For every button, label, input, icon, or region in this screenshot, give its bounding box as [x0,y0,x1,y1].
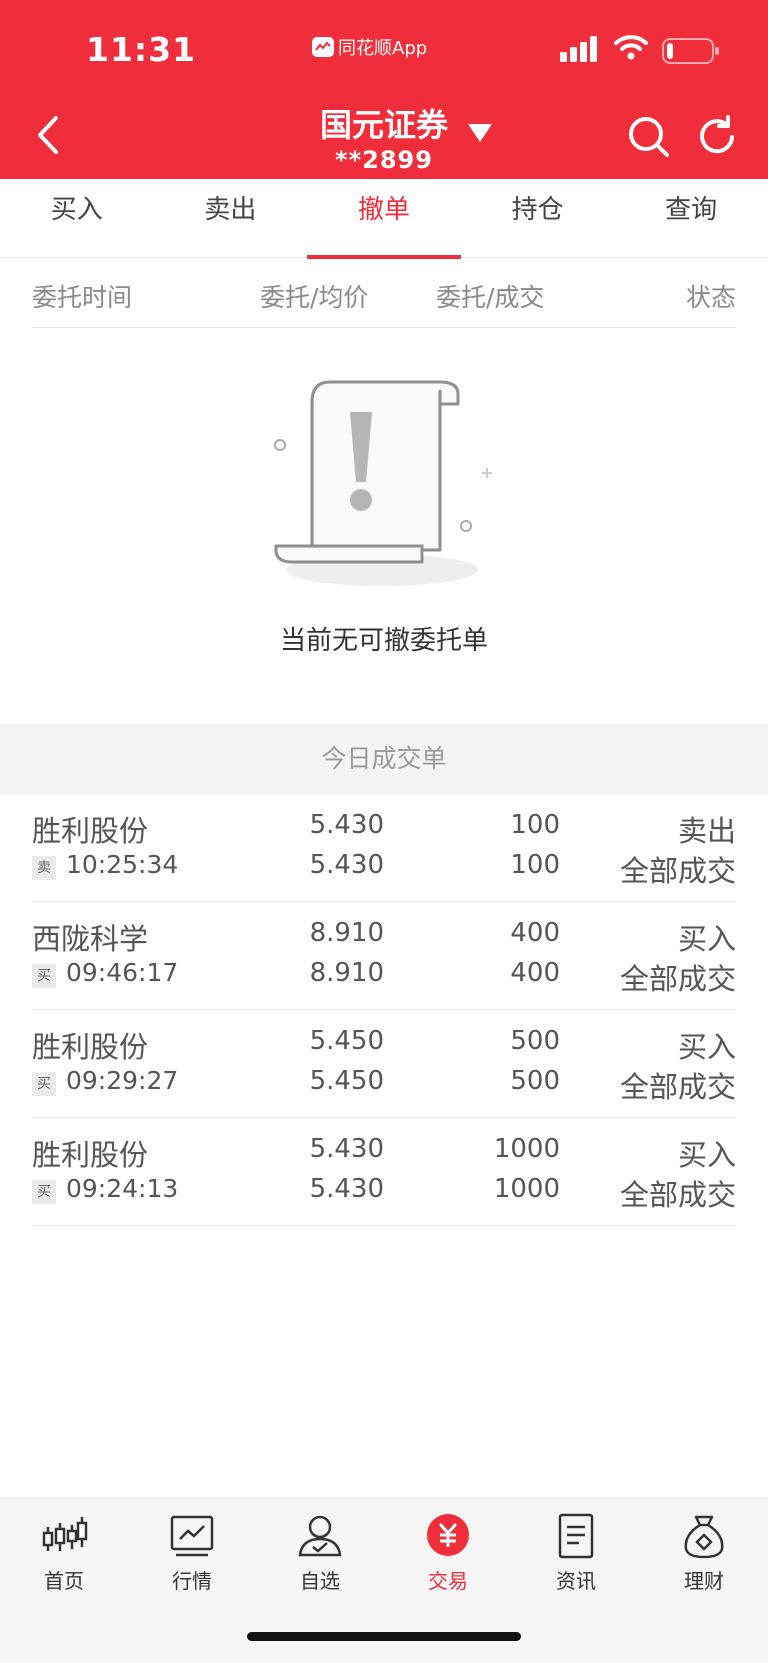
deal-status: 全部成交 [619,854,736,888]
deal-list: 胜利股份 卖 10:25:34 5.430 5.430 100 100 卖出 全… [32,794,736,1226]
nav-market-label: 行情 [172,1569,212,1593]
stock-name: 胜利股份 [32,1030,149,1064]
empty-scroll-icon [274,380,492,586]
deal-side: 卖出 [677,814,736,848]
broker-title: 国元证券 [319,106,448,144]
triangle-down-icon[interactable] [466,122,494,144]
search-icon[interactable] [626,114,672,160]
direction-badge: 卖 [32,856,56,880]
direction-badge: 买 [32,964,56,988]
nav-wealth-label: 理财 [684,1569,724,1593]
status-app-indicator[interactable]: 同花顺App [312,34,427,60]
empty-message: 当前无可撤委托单 [279,626,488,656]
direction-badge: 买 [32,1072,56,1096]
today-deals-title: 今日成交单 [0,724,768,794]
order-qty: 1000 [493,1134,560,1164]
trade-tabs: 买入 卖出 撤单 持仓 查询 [0,179,768,259]
stock-name: 胜利股份 [32,814,149,848]
col-price: 委托/均价 [260,283,369,312]
home-indicator[interactable] [247,1632,521,1641]
order-qty: 100 [510,810,560,840]
nav-watchlist[interactable]: 自选 [256,1513,384,1594]
document-icon [558,1513,594,1559]
status-app-name: 同花顺App [338,38,428,59]
empty-state: 当前无可撤委托单 [0,380,768,680]
order-price: 5.430 [309,810,384,840]
yuan-coin-icon [427,1514,469,1556]
direction-badge: 买 [32,1180,56,1204]
nav-trade[interactable]: 交易 [384,1513,512,1594]
app-logo-icon [312,37,334,57]
col-status: 状态 [685,283,736,312]
avg-price: 5.450 [309,1066,384,1096]
deal-status: 全部成交 [619,962,736,996]
refresh-icon[interactable] [694,114,740,160]
tab-buy[interactable]: 买入 [0,179,154,257]
deal-side: 买入 [677,1030,736,1064]
wifi-icon [614,35,648,60]
tab-cancel-order[interactable]: 撤单 [307,179,461,259]
deal-row[interactable]: 胜利股份 卖 10:25:34 5.430 5.430 100 100 卖出 全… [32,794,736,902]
order-price: 8.910 [309,918,384,948]
status-time: 11:31 [86,30,197,69]
stock-name: 胜利股份 [32,1138,149,1172]
deal-side: 买入 [677,1138,736,1172]
money-bag-icon [684,1515,724,1559]
nav-watchlist-label: 自选 [300,1569,340,1593]
order-qty: 400 [510,918,560,948]
order-qty: 500 [510,1026,560,1056]
deal-side: 买入 [677,922,736,956]
order-price: 5.450 [309,1026,384,1056]
avg-price: 8.910 [309,958,384,988]
tab-sell[interactable]: 卖出 [154,179,308,257]
deal-status: 全部成交 [619,1070,736,1104]
col-order-time: 委托时间 [32,283,133,312]
deal-row[interactable]: 西陇科学 买 09:46:17 8.910 8.910 400 400 买入 全… [32,902,736,1010]
nav-news[interactable]: 资讯 [512,1513,640,1594]
avg-price: 5.430 [309,1174,384,1204]
chart-monitor-icon [170,1515,214,1557]
nav-home[interactable]: 首页 [0,1513,128,1594]
tab-query[interactable]: 查询 [614,179,768,257]
deal-time: 09:24:13 [66,1174,179,1203]
nav-wealth[interactable]: 理财 [640,1513,768,1594]
nav-home-label: 首页 [44,1569,84,1593]
deal-row[interactable]: 胜利股份 买 09:24:13 5.430 5.430 1000 1000 买入… [32,1118,736,1226]
filled-qty: 400 [510,958,560,988]
deal-row[interactable]: 胜利股份 买 09:29:27 5.450 5.450 500 500 买入 全… [32,1010,736,1118]
nav-market[interactable]: 行情 [128,1513,256,1594]
battery-icon [662,38,719,64]
candlestick-icon [42,1517,88,1551]
filled-qty: 1000 [493,1174,560,1204]
avg-price: 5.430 [309,850,384,880]
filled-qty: 500 [510,1066,560,1096]
order-price: 5.430 [309,1134,384,1164]
deal-time: 10:25:34 [66,850,179,879]
deal-time: 09:29:27 [66,1066,179,1095]
user-check-icon [298,1515,342,1557]
stock-name: 西陇科学 [32,922,149,956]
nav-trade-label: 交易 [428,1569,468,1593]
order-column-header: 委托时间 委托/均价 委托/成交 状态 [32,258,736,328]
nav-news-label: 资讯 [556,1569,596,1593]
tab-positions[interactable]: 持仓 [461,179,615,257]
deal-status: 全部成交 [619,1178,736,1212]
signal-icon [560,36,597,62]
app-header: 11:31 同花顺App 国元证券 **2899 [0,0,768,179]
deal-time: 09:46:17 [66,958,179,987]
col-qty: 委托/成交 [436,283,545,312]
filled-qty: 100 [510,850,560,880]
